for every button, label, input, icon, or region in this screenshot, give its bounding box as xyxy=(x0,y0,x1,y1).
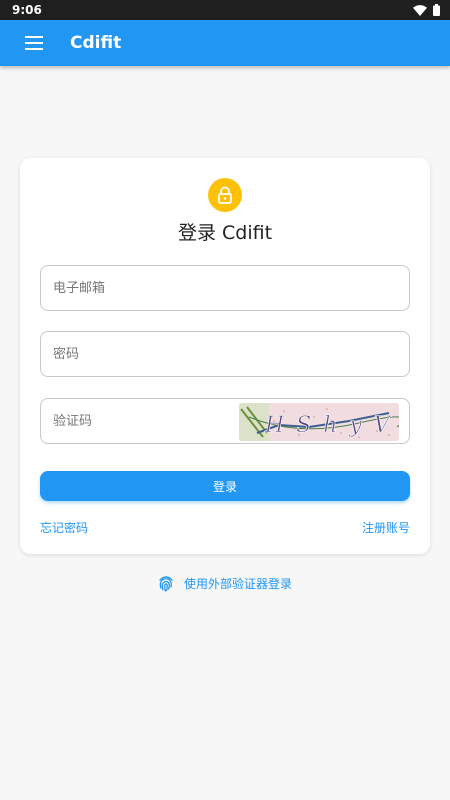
captcha-field-container: HShyV xyxy=(40,398,410,444)
password-field[interactable] xyxy=(41,332,409,376)
register-link[interactable]: 注册账号 xyxy=(362,519,410,536)
status-time: 9:06 xyxy=(12,3,42,17)
wifi-icon xyxy=(413,4,427,16)
login-button[interactable]: 登录 xyxy=(40,471,410,501)
lock-badge xyxy=(208,178,242,212)
external-authenticator-login[interactable]: 使用外部验证器登录 xyxy=(0,574,450,592)
external-login-label: 使用外部验证器登录 xyxy=(183,576,292,591)
status-bar: 9:06 xyxy=(0,0,450,20)
fingerprint-icon xyxy=(159,576,173,592)
forgot-password-link[interactable]: 忘记密码 xyxy=(40,519,88,536)
status-icons xyxy=(413,4,440,16)
email-field-container xyxy=(40,265,410,311)
battery-icon xyxy=(433,4,440,16)
app-bar: Cdifit xyxy=(0,20,450,66)
email-field[interactable] xyxy=(41,266,409,310)
captcha-field[interactable] xyxy=(41,399,236,443)
login-card: 登录 Cdifit HShyV 登录 忘记密码 注册账号 xyxy=(20,158,430,554)
login-title: 登录 Cdifit xyxy=(177,222,273,244)
captcha-image[interactable]: HShyV xyxy=(239,403,399,441)
app-title: Cdifit xyxy=(70,33,122,53)
menu-button[interactable] xyxy=(20,29,48,57)
password-field-container xyxy=(40,331,410,377)
lock-icon xyxy=(218,186,232,204)
menu-icon xyxy=(25,36,43,50)
captcha-text: HShyV xyxy=(264,413,399,438)
